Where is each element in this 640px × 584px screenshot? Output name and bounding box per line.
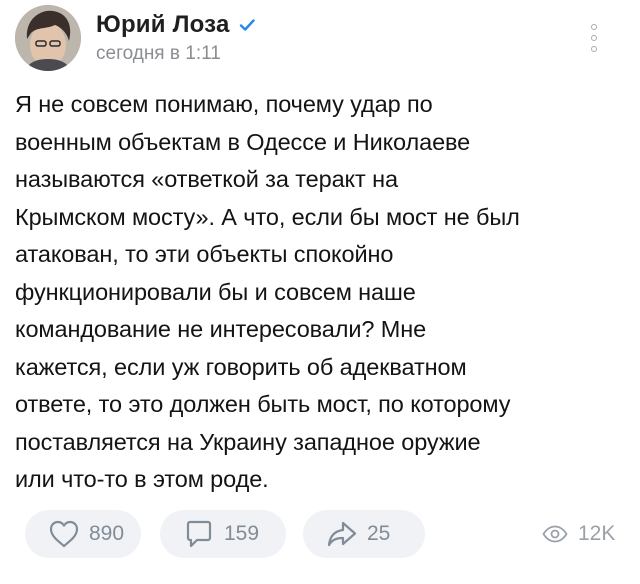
avatar[interactable] xyxy=(15,5,81,71)
comment-button[interactable]: 159 xyxy=(160,510,286,558)
author-row: Юрий Лоза xyxy=(96,10,256,40)
share-button[interactable]: 25 xyxy=(303,510,425,558)
post-actions: 890 159 25 12K xyxy=(0,510,640,560)
like-button[interactable]: 890 xyxy=(25,510,141,558)
comment-count: 159 xyxy=(224,522,260,545)
verified-icon xyxy=(238,16,256,34)
post-text: Я не совсем понимаю, почему удар по воен… xyxy=(15,91,520,492)
user-avatar-photo xyxy=(15,5,81,71)
heart-icon xyxy=(47,517,81,551)
post-time[interactable]: сегодня в 1:11 xyxy=(96,43,221,65)
author-name[interactable]: Юрий Лоза xyxy=(96,11,230,39)
comment-icon xyxy=(182,517,216,551)
like-count: 890 xyxy=(89,522,125,545)
views-counter: 12K xyxy=(542,510,615,558)
more-vertical-icon[interactable] xyxy=(583,22,605,54)
eye-icon xyxy=(542,521,568,547)
share-count: 25 xyxy=(367,522,391,545)
views-count: 12K xyxy=(578,522,616,545)
share-icon xyxy=(325,517,359,551)
post-card: Юрий Лоза сегодня в 1:11 Я не совсем пон… xyxy=(0,0,640,584)
